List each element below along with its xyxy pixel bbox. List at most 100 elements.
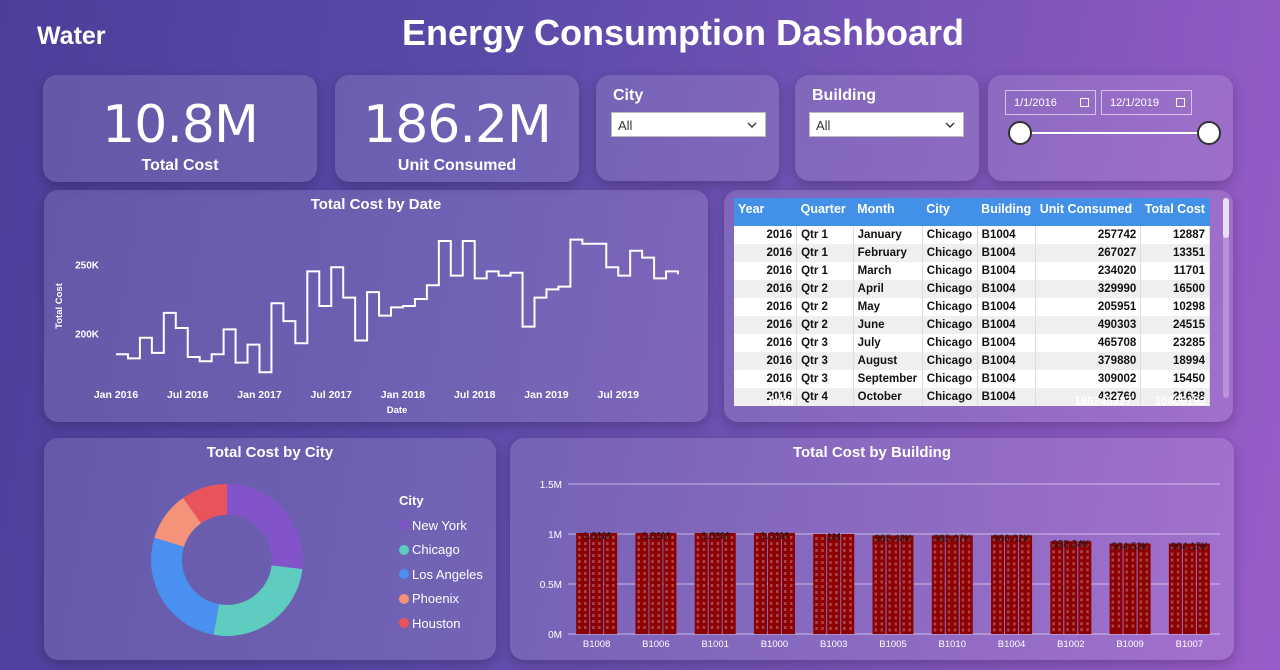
table-cell: Chicago [922, 334, 978, 352]
legend-item[interactable]: New York [399, 513, 483, 538]
detail-table-viewport: Year Quarter Month City Building Unit Consume… [734, 198, 1210, 412]
date-slider-track [1019, 132, 1209, 134]
table-row[interactable]: 2016 Qtr 3 September Chicago B1004 309002 1545… [734, 370, 1210, 388]
x-tick-label: B1003 [820, 639, 847, 650]
column-header[interactable]: Year [734, 198, 797, 226]
table-cell: 2016 [734, 334, 798, 352]
table-cell: 234020 [1035, 262, 1142, 280]
table-cell: 257742 [1035, 226, 1142, 244]
table-cell: 15450 [1140, 370, 1210, 388]
building-dropdown[interactable]: All [809, 112, 964, 137]
table-cell: 18994 [1140, 352, 1210, 370]
bar-b1001 [694, 533, 736, 634]
x-tick-label: Jan 2017 [237, 389, 282, 401]
detail-table-card: Year Quarter Month City Building Unit Consume… [724, 190, 1233, 422]
column-header[interactable]: Quarter [796, 198, 854, 226]
legend-dot [399, 593, 409, 604]
bar-b1006 [635, 533, 677, 634]
x-tick-label: Jan 2018 [381, 389, 426, 401]
table-cell: 11701 [1140, 262, 1210, 280]
table-cell: Qtr 2 [796, 298, 854, 316]
column-header[interactable]: Month [853, 198, 923, 226]
data-label: 1.01M [701, 531, 729, 542]
table-total-row: Total 186245327 10806192 [734, 396, 1210, 414]
x-tick-label: Jul 2017 [311, 389, 353, 401]
table-cell: Qtr 1 [796, 244, 854, 262]
city-dropdown[interactable]: All [611, 112, 766, 137]
data-label: 1.01M [583, 531, 611, 542]
date-slider-start-handle[interactable] [1008, 121, 1032, 145]
table-row[interactable]: 2016 Qtr 2 April Chicago B1004 329990 16500 [734, 280, 1210, 298]
column-header[interactable]: City [922, 198, 978, 226]
data-label: 928.24K [1052, 539, 1090, 550]
legend-dot [399, 618, 409, 629]
building-dropdown-value: All [816, 118, 831, 133]
legend-item[interactable]: Chicago [399, 538, 483, 563]
table-cell: 23285 [1140, 334, 1210, 352]
detail-table: Year Quarter Month City Building Unit Consume… [734, 198, 1210, 406]
table-cell: July [853, 334, 923, 352]
table-cell: B1004 [977, 244, 1037, 262]
table-row[interactable]: 2016 Qtr 1 January Chicago B1004 257742 12887 [734, 226, 1210, 244]
bar-b1005 [872, 535, 914, 634]
legend-dot [399, 520, 409, 531]
table-row[interactable]: 2016 Qtr 1 March Chicago B1004 234020 11701 [734, 262, 1210, 280]
table-cell: 12887 [1140, 226, 1210, 244]
start-date-input[interactable]: 1/1/2016 [1005, 90, 1096, 115]
chevron-down-icon [945, 122, 955, 128]
table-cell: B1004 [977, 370, 1037, 388]
table-row[interactable]: 2016 Qtr 1 February Chicago B1004 267027 13351 [734, 244, 1210, 262]
table-cell: 13351 [1140, 244, 1210, 262]
building-slicer: Building All [795, 75, 979, 181]
table-row[interactable]: 2016 Qtr 2 June Chicago B1004 490303 24515 [734, 316, 1210, 334]
table-total-cost: 10806192 [1154, 396, 1206, 408]
table-cell: 2016 [734, 298, 798, 316]
column-header[interactable]: Total Cost [1140, 198, 1210, 226]
table-cell: 2016 [734, 352, 798, 370]
legend-item[interactable]: Phoenix [399, 587, 483, 612]
table-cell: B1004 [977, 316, 1037, 334]
table-cell: 2016 [734, 316, 798, 334]
column-header[interactable]: Unit Consumed [1035, 198, 1141, 226]
legend-item[interactable]: Houston [399, 611, 483, 636]
table-cell: 2016 [734, 244, 798, 262]
table-row[interactable]: 2016 Qtr 3 August Chicago B1004 379880 18994 [734, 352, 1210, 370]
y-axis-label: Total Cost [54, 282, 65, 329]
legend-item[interactable]: Los Angeles [399, 562, 483, 587]
city-legend-title: City [399, 493, 424, 508]
table-cell: 2016 [734, 262, 798, 280]
start-date-value: 1/1/2016 [1014, 97, 1057, 109]
legend-label: Chicago [412, 542, 460, 558]
data-label: 985.48K [874, 533, 912, 544]
table-cell: Chicago [922, 352, 978, 370]
x-tick-label: B1005 [879, 639, 906, 650]
table-cell: Qtr 3 [796, 334, 854, 352]
table-cell: B1004 [977, 334, 1037, 352]
table-cell: Qtr 3 [796, 352, 854, 370]
table-row[interactable]: 2016 Qtr 3 July Chicago B1004 465708 23285 [734, 334, 1210, 352]
cost-by-building-chart: 1.5M 1M 0.5M 0M 1.01M B1008 1.01M B1006 1.01M B10… [540, 480, 1220, 650]
table-cell: 2016 [734, 280, 798, 298]
date-slider-end-handle[interactable] [1197, 121, 1221, 145]
end-date-input[interactable]: 12/1/2019 [1101, 90, 1192, 115]
pie-slice-chicago [213, 565, 303, 636]
table-scrollbar-thumb[interactable] [1223, 198, 1229, 238]
legend-dot [399, 544, 409, 555]
data-label: 986.02K [993, 533, 1031, 544]
total-cost-card: 10.8M Total Cost [43, 75, 317, 182]
table-row[interactable]: 2016 Qtr 2 May Chicago B1004 205951 10298 [734, 298, 1210, 316]
column-header[interactable]: Building [977, 198, 1036, 226]
table-total-unit-consumed: 186245327 [1074, 396, 1132, 408]
x-axis-label: Date [387, 405, 408, 416]
table-cell: 309002 [1035, 370, 1142, 388]
bar-b1009 [1109, 543, 1151, 634]
table-cell: 267027 [1035, 244, 1142, 262]
table-cell: B1004 [977, 352, 1037, 370]
table-cell: Chicago [922, 298, 978, 316]
table-cell: B1004 [977, 280, 1037, 298]
x-tick-label: B1002 [1057, 639, 1084, 650]
cost-by-date-card: Total Cost by Date 250K 200K Jan 2016 Jul 2… [44, 190, 708, 422]
table-cell: B1004 [977, 298, 1037, 316]
total-cost-label: Total Cost [141, 157, 219, 174]
x-tick-label: Jan 2016 [94, 389, 139, 401]
